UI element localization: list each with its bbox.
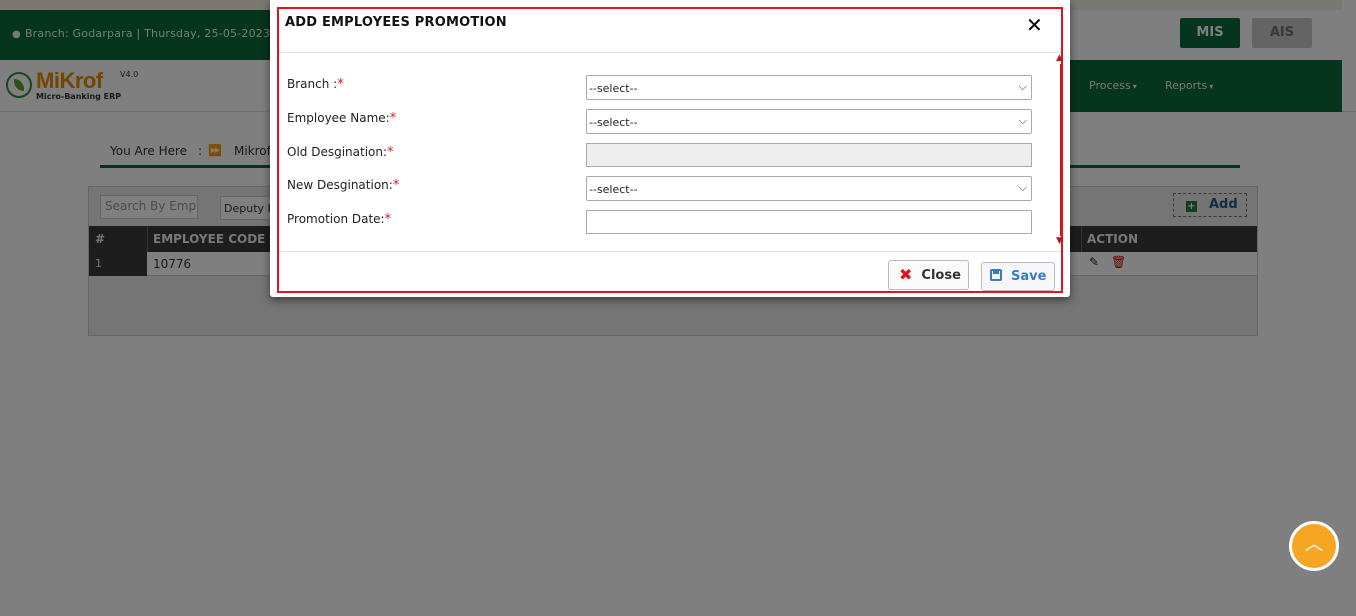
new-designation-select[interactable]: --select-- ⌵ <box>586 176 1032 201</box>
modal-scrollbar[interactable] <box>1060 64 1061 236</box>
old-designation-label: Old Desgination:* <box>287 145 394 160</box>
scroll-to-top-button[interactable]: ︿ <box>1289 521 1339 571</box>
close-x-icon: ✖ <box>899 265 913 284</box>
new-designation-label: New Desgination:* <box>287 178 400 193</box>
chevron-up-icon: ︿ <box>1305 534 1323 555</box>
old-designation-field <box>586 143 1032 167</box>
chevron-down-icon: ⌵ <box>1018 181 1027 194</box>
promotion-date-field[interactable] <box>586 210 1032 234</box>
employee-name-select[interactable]: --select-- ⌵ <box>586 109 1032 134</box>
promotion-date-label: Promotion Date:* <box>287 212 392 227</box>
floppy-disk-icon <box>990 269 1002 281</box>
modal-title: ADD EMPLOYEES PROMOTION <box>285 15 507 30</box>
add-employee-promotion-modal: ADD EMPLOYEES PROMOTION ✕ Branch :* --se… <box>270 0 1070 297</box>
chevron-down-icon: ⌵ <box>1018 114 1027 127</box>
scroll-up-arrow-icon[interactable]: ▲ <box>1056 53 1063 63</box>
employee-name-label: Employee Name:* <box>287 111 397 126</box>
scroll-down-arrow-icon[interactable]: ▼ <box>1056 236 1063 246</box>
branch-select[interactable]: --select-- ⌵ <box>586 75 1032 100</box>
chevron-down-icon: ⌵ <box>1018 80 1027 93</box>
branch-label: Branch :* <box>287 77 344 92</box>
close-icon[interactable]: ✕ <box>1026 14 1043 36</box>
save-button[interactable]: Save <box>981 262 1055 291</box>
close-button[interactable]: ✖ Close <box>888 260 969 290</box>
